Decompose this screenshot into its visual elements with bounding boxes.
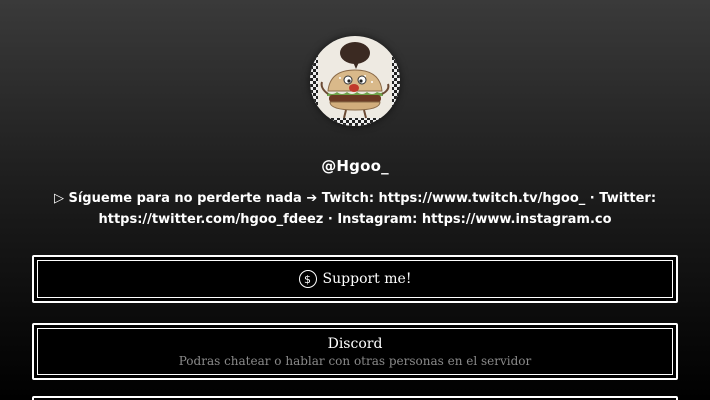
bio-line: https://twitter.com/hgoo_fdeez · Instagr… [98,212,612,227]
avatar [310,36,400,126]
link-description: Podras chatear o hablar con otras person… [178,354,532,368]
bio-line: ▷ Sígueme para no perderte nada ➔ Twitch… [53,191,657,206]
burger-mascot-avatar-icon [310,36,400,126]
link-title: Discord [327,336,383,352]
profile-bio: ▷ Sígueme para no perderte nada ➔ Twitch… [40,188,670,230]
support-me-button[interactable]: $ Support me! [32,255,678,303]
discord-link-button[interactable]: Discord Podras chatear o hablar con otra… [32,323,678,380]
link-button-partial[interactable] [32,396,678,400]
link-title: Support me! [322,271,412,287]
dollar-icon: $ [298,270,317,288]
profile-username: @Hgoo_ [321,157,389,175]
